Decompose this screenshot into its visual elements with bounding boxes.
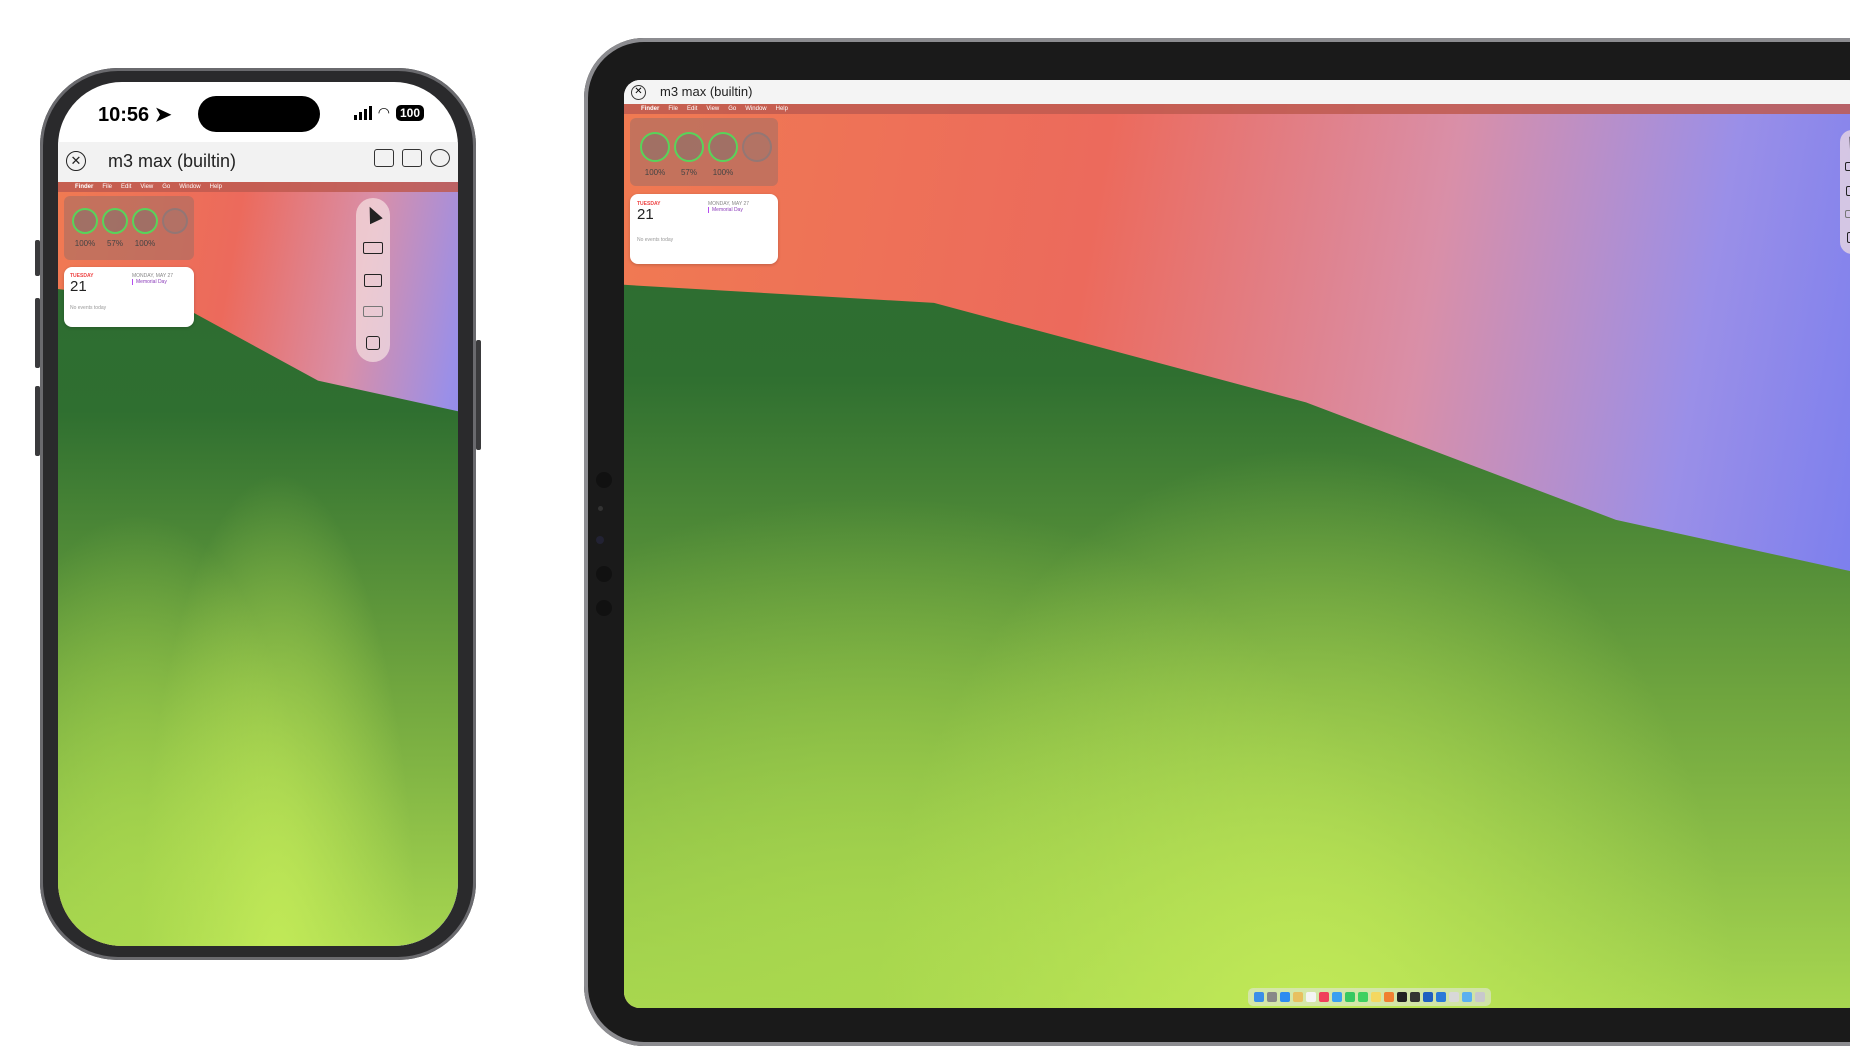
status-time: 10:56 ➤: [98, 104, 172, 126]
menu-window[interactable]: Window: [745, 106, 766, 112]
window-toolbar: ✕ m3 max (builtin): [624, 80, 1850, 104]
dock: [1248, 988, 1491, 1006]
mac-menubar: Finder File Edit View Go Window Help: [624, 104, 1850, 114]
keyboard-icon[interactable]: [363, 242, 383, 254]
launchpad-icon[interactable]: [1267, 992, 1277, 1002]
pointer-icon[interactable]: [363, 203, 383, 225]
volume-down-button: [35, 386, 40, 456]
calendar-app-icon[interactable]: [1306, 992, 1316, 1002]
side-toolbar: [1840, 130, 1850, 254]
mac-menubar: Finder File Edit View Go Window Help: [58, 182, 458, 192]
screens-icon[interactable]: [374, 149, 394, 167]
wallpaper: [624, 104, 1850, 1008]
menu-finder[interactable]: Finder: [75, 184, 93, 190]
empty-battery-slot: [162, 208, 188, 234]
window-title: m3 max (builtin): [108, 151, 237, 171]
close-button[interactable]: ✕: [631, 85, 646, 100]
laptop-battery-percent: 100%: [644, 168, 666, 177]
vscode-icon[interactable]: [1436, 992, 1446, 1002]
tablet-sensor-2: [596, 566, 612, 582]
empty-battery-slot: [742, 132, 772, 162]
photos-icon[interactable]: [1293, 992, 1303, 1002]
volume-up-button: [35, 298, 40, 368]
app-store-icon[interactable]: [1280, 992, 1290, 1002]
activity-icon[interactable]: [1410, 992, 1420, 1002]
side-button: [476, 340, 481, 450]
books-icon[interactable]: [1384, 992, 1394, 1002]
menu-finder[interactable]: Finder: [641, 106, 659, 112]
mouse-battery-ring: [708, 132, 738, 162]
tablet-sensor-3: [596, 600, 612, 616]
mouse-battery-percent: 100%: [712, 168, 734, 177]
phone-battery-percent: 57%: [680, 168, 697, 177]
status-icons: ◠ 100: [353, 104, 424, 121]
close-button[interactable]: ✕: [66, 151, 86, 171]
lock-icon[interactable]: [366, 336, 380, 350]
messages-icon[interactable]: [1358, 992, 1368, 1002]
folder-icon[interactable]: [402, 149, 422, 167]
safari-icon[interactable]: [1332, 992, 1342, 1002]
menu-window[interactable]: Window: [179, 184, 200, 190]
menu-go[interactable]: Go: [162, 184, 170, 190]
tablet-sensor-small: [598, 506, 603, 511]
phone-battery-percent: 57%: [106, 239, 123, 248]
window-title: m3 max (builtin): [660, 84, 753, 99]
mouse-battery-ring: [132, 208, 158, 234]
menu-go[interactable]: Go: [728, 106, 736, 112]
mouse-battery-percent: 100%: [134, 239, 156, 248]
calendar-event: Memorial Day: [708, 207, 743, 213]
notes-icon[interactable]: [1371, 992, 1381, 1002]
settings-icon[interactable]: [430, 149, 450, 167]
display-icon[interactable]: [1846, 186, 1850, 196]
calendar-event: Memorial Day: [132, 279, 167, 285]
battery-indicator: 100: [395, 104, 424, 121]
wifi-icon: ◠: [377, 104, 390, 120]
battery-widget: 100% 57% 100%: [64, 196, 194, 260]
toolbar-icons: [374, 149, 450, 167]
menu-help[interactable]: Help: [210, 184, 222, 190]
side-toolbar: [356, 198, 390, 362]
laptop-icon[interactable]: [363, 306, 383, 317]
laptop-icon[interactable]: [1845, 210, 1850, 218]
calendar-day-number: 21: [637, 206, 654, 223]
menu-help[interactable]: Help: [776, 106, 788, 112]
phone-screen: 10:56 ➤ ◠ 100 ✕ m3 max (builtin) Finder …: [58, 82, 458, 946]
calendar-widget: TUESDAY 21 MONDAY, MAY 27 Memorial Day N…: [630, 194, 778, 264]
menu-edit[interactable]: Edit: [687, 106, 697, 112]
keyboard-icon[interactable]: [1845, 162, 1850, 171]
calendar-empty-text: No events today: [70, 305, 107, 311]
calendar-empty-text: No events today: [637, 237, 674, 243]
window-toolbar: ✕ m3 max (builtin): [58, 142, 458, 182]
calendar-day-number: 21: [70, 278, 87, 295]
menu-edit[interactable]: Edit: [121, 184, 131, 190]
xcode-icon[interactable]: [1423, 992, 1433, 1002]
phone-battery-ring: [674, 132, 704, 162]
battery-widget: 100% 57% 100%: [630, 118, 778, 186]
menu-file[interactable]: File: [102, 184, 112, 190]
calendar-widget: TUESDAY 21 MONDAY, MAY 27 Memorial Day N…: [64, 267, 194, 327]
finder-icon[interactable]: [1254, 992, 1264, 1002]
dynamic-island: [198, 96, 320, 132]
menu-view[interactable]: View: [706, 106, 719, 112]
menu-view[interactable]: View: [140, 184, 153, 190]
action-button: [35, 240, 40, 276]
front-camera: [596, 536, 604, 544]
phone-battery-ring: [102, 208, 128, 234]
display-icon[interactable]: [364, 274, 382, 287]
laptop-battery-percent: 100%: [74, 239, 96, 248]
menu-file[interactable]: File: [668, 106, 678, 112]
tablet-screen: ✕ m3 max (builtin) Finder File Edit View…: [624, 80, 1850, 1008]
music-icon[interactable]: [1319, 992, 1329, 1002]
terminal-icon[interactable]: [1397, 992, 1407, 1002]
signal-icon: [353, 105, 372, 120]
laptop-battery-ring: [72, 208, 98, 234]
pointer-icon[interactable]: [1844, 134, 1850, 150]
facetime-icon[interactable]: [1345, 992, 1355, 1002]
laptop-battery-ring: [640, 132, 670, 162]
tablet-sensor: [596, 472, 612, 488]
preview-icon[interactable]: [1449, 992, 1459, 1002]
trash-icon[interactable]: [1475, 992, 1485, 1002]
downloads-icon[interactable]: [1462, 992, 1472, 1002]
